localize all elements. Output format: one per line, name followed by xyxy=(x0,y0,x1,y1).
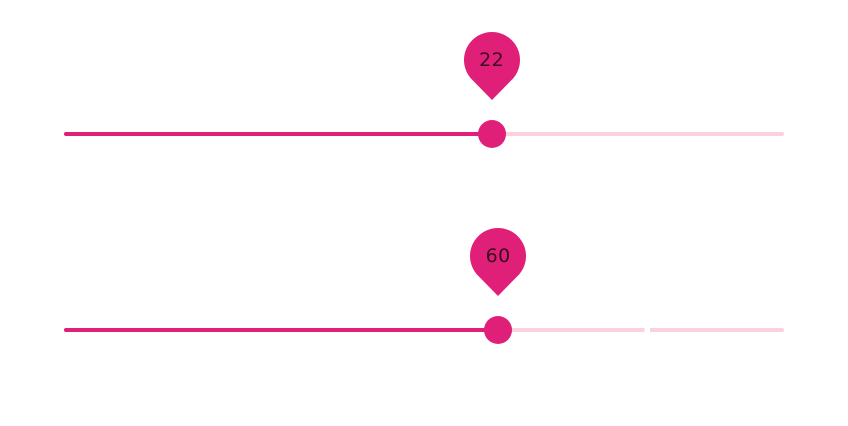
slider-value-label: 60 xyxy=(470,228,527,298)
discrete-slider-1[interactable]: 22 xyxy=(64,32,784,154)
slider-thumb[interactable] xyxy=(477,120,506,148)
slider-value: 60 xyxy=(485,245,511,267)
slider-value: 22 xyxy=(479,49,505,71)
discrete-slider-2[interactable]: 60 xyxy=(64,228,784,350)
slider-thumb[interactable] xyxy=(484,316,513,344)
slider-value-label: 22 xyxy=(463,32,520,102)
slider-active-track xyxy=(64,328,499,332)
slider-active-track xyxy=(64,132,492,136)
